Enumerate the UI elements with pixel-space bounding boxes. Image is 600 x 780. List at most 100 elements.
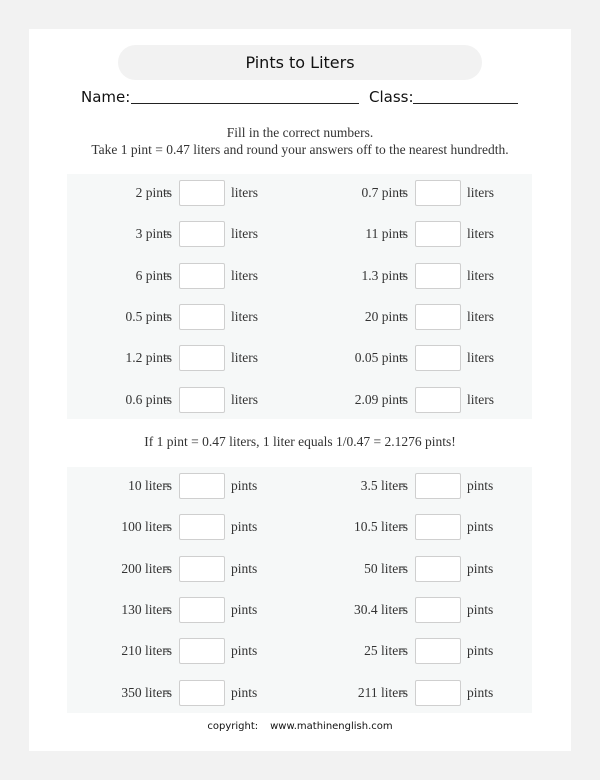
- problem-quantity: 20 pints: [364, 308, 408, 324]
- answer-box[interactable]: [415, 596, 461, 623]
- equals-sign: =: [399, 560, 407, 576]
- problem-row: 350 liters = pints 211 liters = pints: [67, 679, 533, 706]
- unit-label: pints: [467, 478, 494, 493]
- problem-quantity: 6 pints: [135, 267, 172, 283]
- instruction-line: Fill in the correct numbers.: [226, 125, 374, 140]
- problem-quantity: 10.5 liters: [354, 519, 408, 535]
- problem-left: 200 liters = pints: [67, 555, 297, 582]
- unit-label: pints: [231, 643, 258, 659]
- equals-sign: =: [399, 478, 407, 493]
- unit-label: liters: [231, 226, 258, 242]
- problem-row: 130 liters = pints 30.4 liters = pints: [67, 596, 532, 623]
- problem-right: 11 pints = liters: [303, 221, 533, 248]
- equals-sign: =: [163, 519, 171, 535]
- unit-label: liters: [231, 391, 258, 407]
- equals-sign: =: [399, 185, 407, 200]
- answer-box[interactable]: [415, 345, 461, 372]
- problem-row: 100 liters = pints 10.5 liters = pints: [67, 514, 533, 541]
- answer-box[interactable]: [415, 262, 461, 289]
- unit-label: pints: [467, 684, 494, 700]
- answer-box[interactable]: [415, 303, 461, 330]
- answer-box[interactable]: [179, 221, 225, 248]
- problem-quantity: 10 liters: [128, 478, 172, 493]
- answer-box[interactable]: [179, 638, 225, 665]
- equals-sign: =: [399, 519, 407, 535]
- answer-box[interactable]: [415, 638, 461, 665]
- answer-box[interactable]: [179, 262, 225, 289]
- class-blank[interactable]: [413, 103, 518, 104]
- problem-quantity: 0.7 pints: [361, 185, 408, 200]
- problem-quantity: 1.3 pints: [361, 267, 408, 283]
- problem-right: 25 liters = pints: [303, 638, 533, 665]
- equals-sign: =: [399, 267, 407, 283]
- problem-quantity: 350 liters: [121, 684, 172, 700]
- unit-label: liters: [467, 185, 494, 200]
- equals-sign: =: [163, 350, 171, 366]
- problem-right: 2.09 pints = liters: [303, 386, 533, 413]
- problem-left: 350 liters = pints: [67, 679, 297, 706]
- problem-quantity: 0.5 pints: [125, 308, 172, 324]
- equals-sign: =: [399, 391, 407, 407]
- answer-box[interactable]: [415, 473, 461, 499]
- problem-quantity: 50 liters: [364, 560, 408, 576]
- problem-left: 210 liters = pints: [67, 638, 297, 665]
- unit-label: liters: [231, 350, 258, 366]
- equals-sign: =: [399, 601, 407, 617]
- answer-box[interactable]: [179, 345, 225, 372]
- problem-row: 6 pints = liters 1.3 pints = liters: [67, 262, 532, 289]
- answer-box[interactable]: [415, 386, 461, 413]
- answer-box[interactable]: [415, 221, 461, 248]
- problem-row: 3 pints = liters 11 pints = liters: [67, 221, 533, 248]
- answer-box[interactable]: [415, 180, 461, 206]
- answer-box[interactable]: [179, 555, 225, 582]
- name-class-line: Name: Class:: [81, 86, 521, 108]
- problem-right: 0.05 pints = liters: [303, 345, 533, 372]
- problem-left: 10 liters = pints: [67, 473, 297, 499]
- unit-label: pints: [231, 601, 258, 617]
- unit-label: liters: [467, 267, 494, 283]
- problem-quantity: 2.09 pints: [354, 391, 408, 407]
- unit-label: pints: [467, 519, 494, 535]
- answer-box[interactable]: [179, 473, 225, 499]
- problem-row: 200 liters = pints 50 liters = pints: [67, 555, 532, 582]
- problem-left: 1.2 pints = liters: [67, 345, 297, 372]
- unit-label: liters: [467, 308, 494, 324]
- instructions: Fill in the correct numbers. Take 1 pint…: [29, 124, 571, 158]
- unit-label: liters: [467, 226, 494, 242]
- problem-quantity: 0.6 pints: [125, 391, 172, 407]
- problem-right: 211 liters = pints: [303, 679, 533, 706]
- answer-box[interactable]: [179, 514, 225, 541]
- equals-sign: =: [399, 226, 407, 242]
- problem-left: 130 liters = pints: [67, 596, 297, 623]
- answer-box[interactable]: [179, 679, 225, 706]
- answer-box[interactable]: [415, 679, 461, 706]
- problem-row: 1.2 pints = liters 0.05 pints = liters: [67, 345, 533, 372]
- problem-quantity: 210 liters: [121, 643, 172, 659]
- name-blank[interactable]: [131, 103, 359, 104]
- unit-label: pints: [231, 519, 258, 535]
- equals-sign: =: [163, 308, 171, 324]
- worksheet-title: Pints to Liters: [118, 45, 482, 80]
- equals-sign: =: [163, 601, 171, 617]
- problem-right: 20 pints = liters: [303, 303, 533, 330]
- unit-label: liters: [467, 391, 494, 407]
- unit-label: liters: [467, 350, 494, 366]
- equals-sign: =: [163, 684, 171, 700]
- answer-box[interactable]: [179, 180, 225, 206]
- unit-label: liters: [231, 308, 258, 324]
- answer-box[interactable]: [179, 303, 225, 330]
- problem-row: 2 pints = liters 0.7 pints = liters: [67, 180, 532, 206]
- problem-row: 10 liters = pints 3.5 liters = pints: [67, 473, 532, 499]
- problem-right: 10.5 liters = pints: [303, 514, 533, 541]
- answer-box[interactable]: [179, 386, 225, 413]
- unit-label: pints: [231, 478, 258, 493]
- answer-box[interactable]: [415, 555, 461, 582]
- unit-label: pints: [231, 684, 258, 700]
- answer-box[interactable]: [179, 596, 225, 623]
- unit-label: pints: [231, 560, 258, 576]
- equals-sign: =: [163, 226, 171, 242]
- problem-left: 0.5 pints = liters: [67, 303, 297, 330]
- answer-box[interactable]: [415, 514, 461, 541]
- problem-left: 6 pints = liters: [67, 262, 297, 289]
- problem-row: 0.6 pints = liters 2.09 pints = liters: [67, 386, 533, 413]
